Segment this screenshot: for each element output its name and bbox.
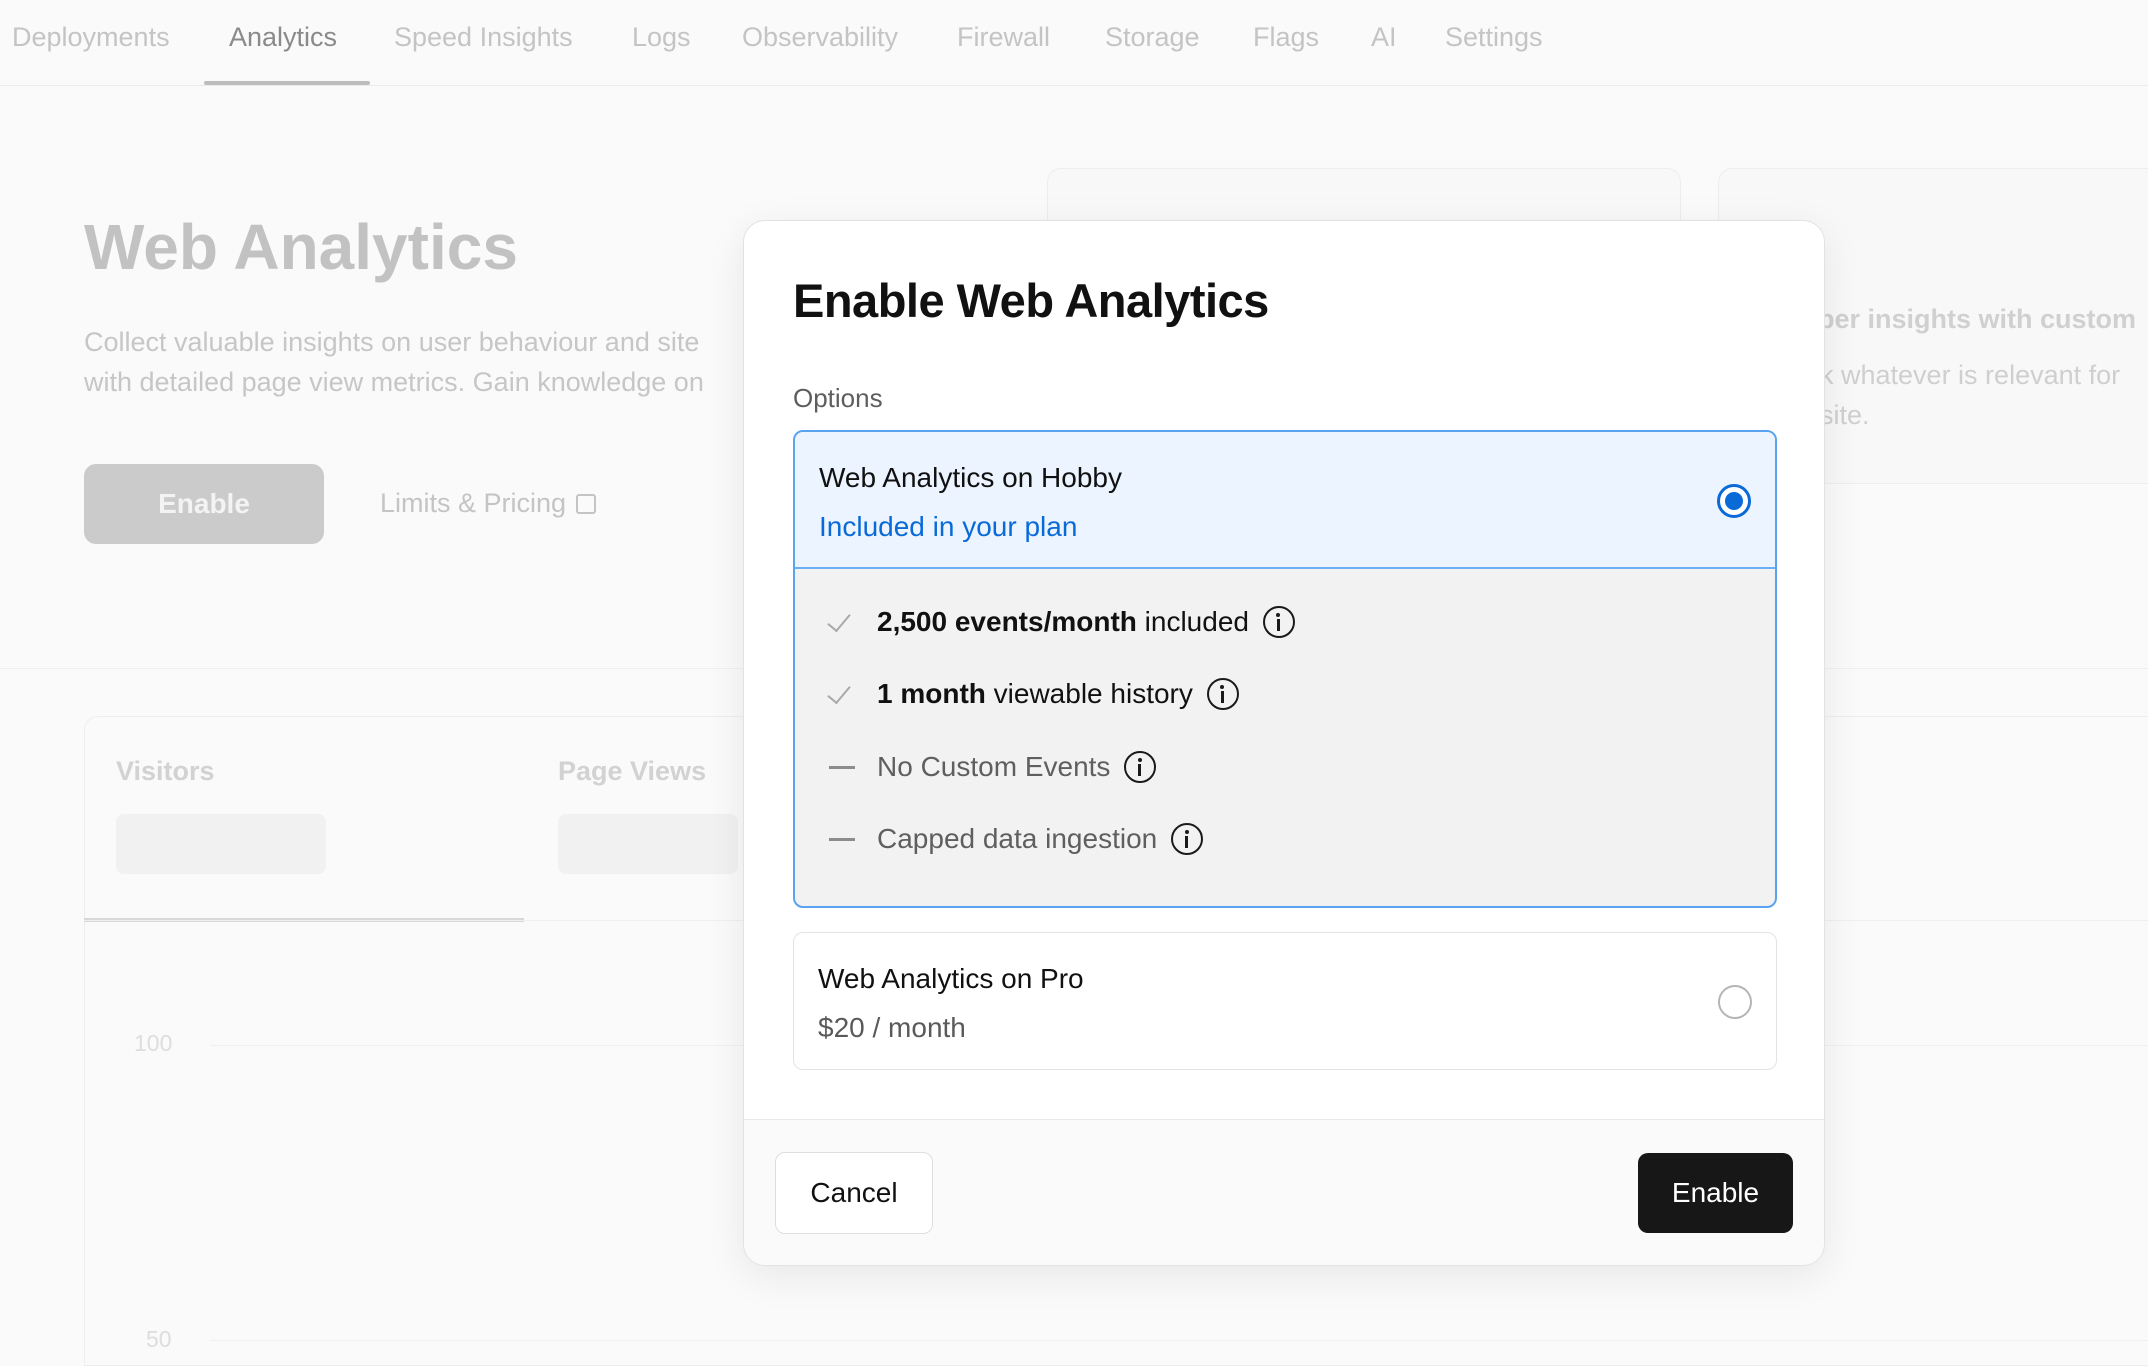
visitors-value-skeleton xyxy=(116,814,326,874)
feature-text: viewable history xyxy=(985,678,1193,709)
feature-text: included xyxy=(1136,606,1249,637)
feature-bold: 1 month xyxy=(877,678,986,709)
tab-settings[interactable]: Settings xyxy=(1445,22,1543,53)
check-icon xyxy=(827,607,857,637)
feature-item: 2,500 events/month included xyxy=(827,602,1295,642)
enable-web-analytics-dialog: Enable Web Analytics Options Web Analyti… xyxy=(743,220,1825,1266)
tab-deployments[interactable]: Deployments xyxy=(12,22,170,53)
enable-button[interactable]: Enable xyxy=(1638,1153,1793,1233)
feature-text: Capped data ingestion xyxy=(877,823,1158,854)
chart-y-tick-50: 50 xyxy=(146,1326,172,1352)
external-link-icon xyxy=(576,494,597,514)
top-navigation: Deployments Analytics Speed Insights Log… xyxy=(0,0,2148,86)
tab-speed-insights[interactable]: Speed Insights xyxy=(394,22,573,53)
info-icon[interactable] xyxy=(1171,823,1204,855)
tab-analytics[interactable]: Analytics xyxy=(229,22,337,53)
info-icon[interactable] xyxy=(1124,751,1157,783)
dialog-title: Enable Web Analytics xyxy=(793,274,1269,327)
tab-logs[interactable]: Logs xyxy=(632,22,691,53)
option-pro-name: Web Analytics on Pro xyxy=(818,963,1084,994)
option-pro[interactable]: Web Analytics on Pro $20 / month xyxy=(793,932,1777,1070)
tab-ai[interactable]: AI xyxy=(1371,22,1397,53)
limits-pricing-link[interactable]: Limits & Pricing xyxy=(380,488,597,519)
option-hobby-header[interactable]: Web Analytics on Hobby Included in your … xyxy=(795,432,1775,569)
tab-storage[interactable]: Storage xyxy=(1105,22,1200,53)
page-views-label[interactable]: Page Views xyxy=(558,756,706,787)
feature-item: 1 month viewable history xyxy=(827,674,1239,714)
active-tab-indicator xyxy=(204,81,370,85)
feature-text: No Custom Events xyxy=(877,751,1111,782)
chart-gridline xyxy=(210,1340,2148,1341)
info-icon[interactable] xyxy=(1262,606,1295,638)
custom-events-card-text-2: site. xyxy=(1820,400,1870,430)
dash-icon xyxy=(827,824,857,854)
option-hobby-subtitle: Included in your plan xyxy=(819,511,1078,542)
dialog-footer: Cancel Enable xyxy=(744,1119,1824,1265)
feature-item: Capped data ingestion xyxy=(827,819,1204,859)
tab-flags[interactable]: Flags xyxy=(1253,22,1319,53)
page-description: Collect valuable insights on user behavi… xyxy=(84,327,704,397)
custom-events-card-text: k whatever is relevant for xyxy=(1820,360,2121,390)
dash-icon xyxy=(827,752,857,782)
tab-observability[interactable]: Observability xyxy=(742,22,898,53)
check-icon xyxy=(827,679,857,709)
info-icon[interactable] xyxy=(1206,678,1239,710)
visitors-label[interactable]: Visitors xyxy=(116,756,215,787)
options-label: Options xyxy=(793,383,883,413)
tab-firewall[interactable]: Firewall xyxy=(957,22,1050,53)
option-pro-price: $20 / month xyxy=(818,1012,966,1043)
option-hobby[interactable]: Web Analytics on Hobby Included in your … xyxy=(793,430,1777,908)
option-pro-radio[interactable] xyxy=(1718,985,1752,1019)
page-views-value-skeleton xyxy=(558,814,738,874)
page-enable-button[interactable]: Enable xyxy=(84,464,324,544)
chart-y-tick-100: 100 xyxy=(134,1030,173,1056)
option-hobby-radio[interactable] xyxy=(1717,484,1751,518)
feature-item: No Custom Events xyxy=(827,747,1157,787)
limits-pricing-label: Limits & Pricing xyxy=(380,488,567,518)
page-title: Web Analytics xyxy=(84,211,518,283)
option-hobby-name: Web Analytics on Hobby xyxy=(819,462,1122,493)
custom-events-card-title: per insights with custom xyxy=(1818,304,2137,334)
cancel-button[interactable]: Cancel xyxy=(775,1152,933,1234)
feature-bold: 2,500 events/month xyxy=(877,606,1137,637)
